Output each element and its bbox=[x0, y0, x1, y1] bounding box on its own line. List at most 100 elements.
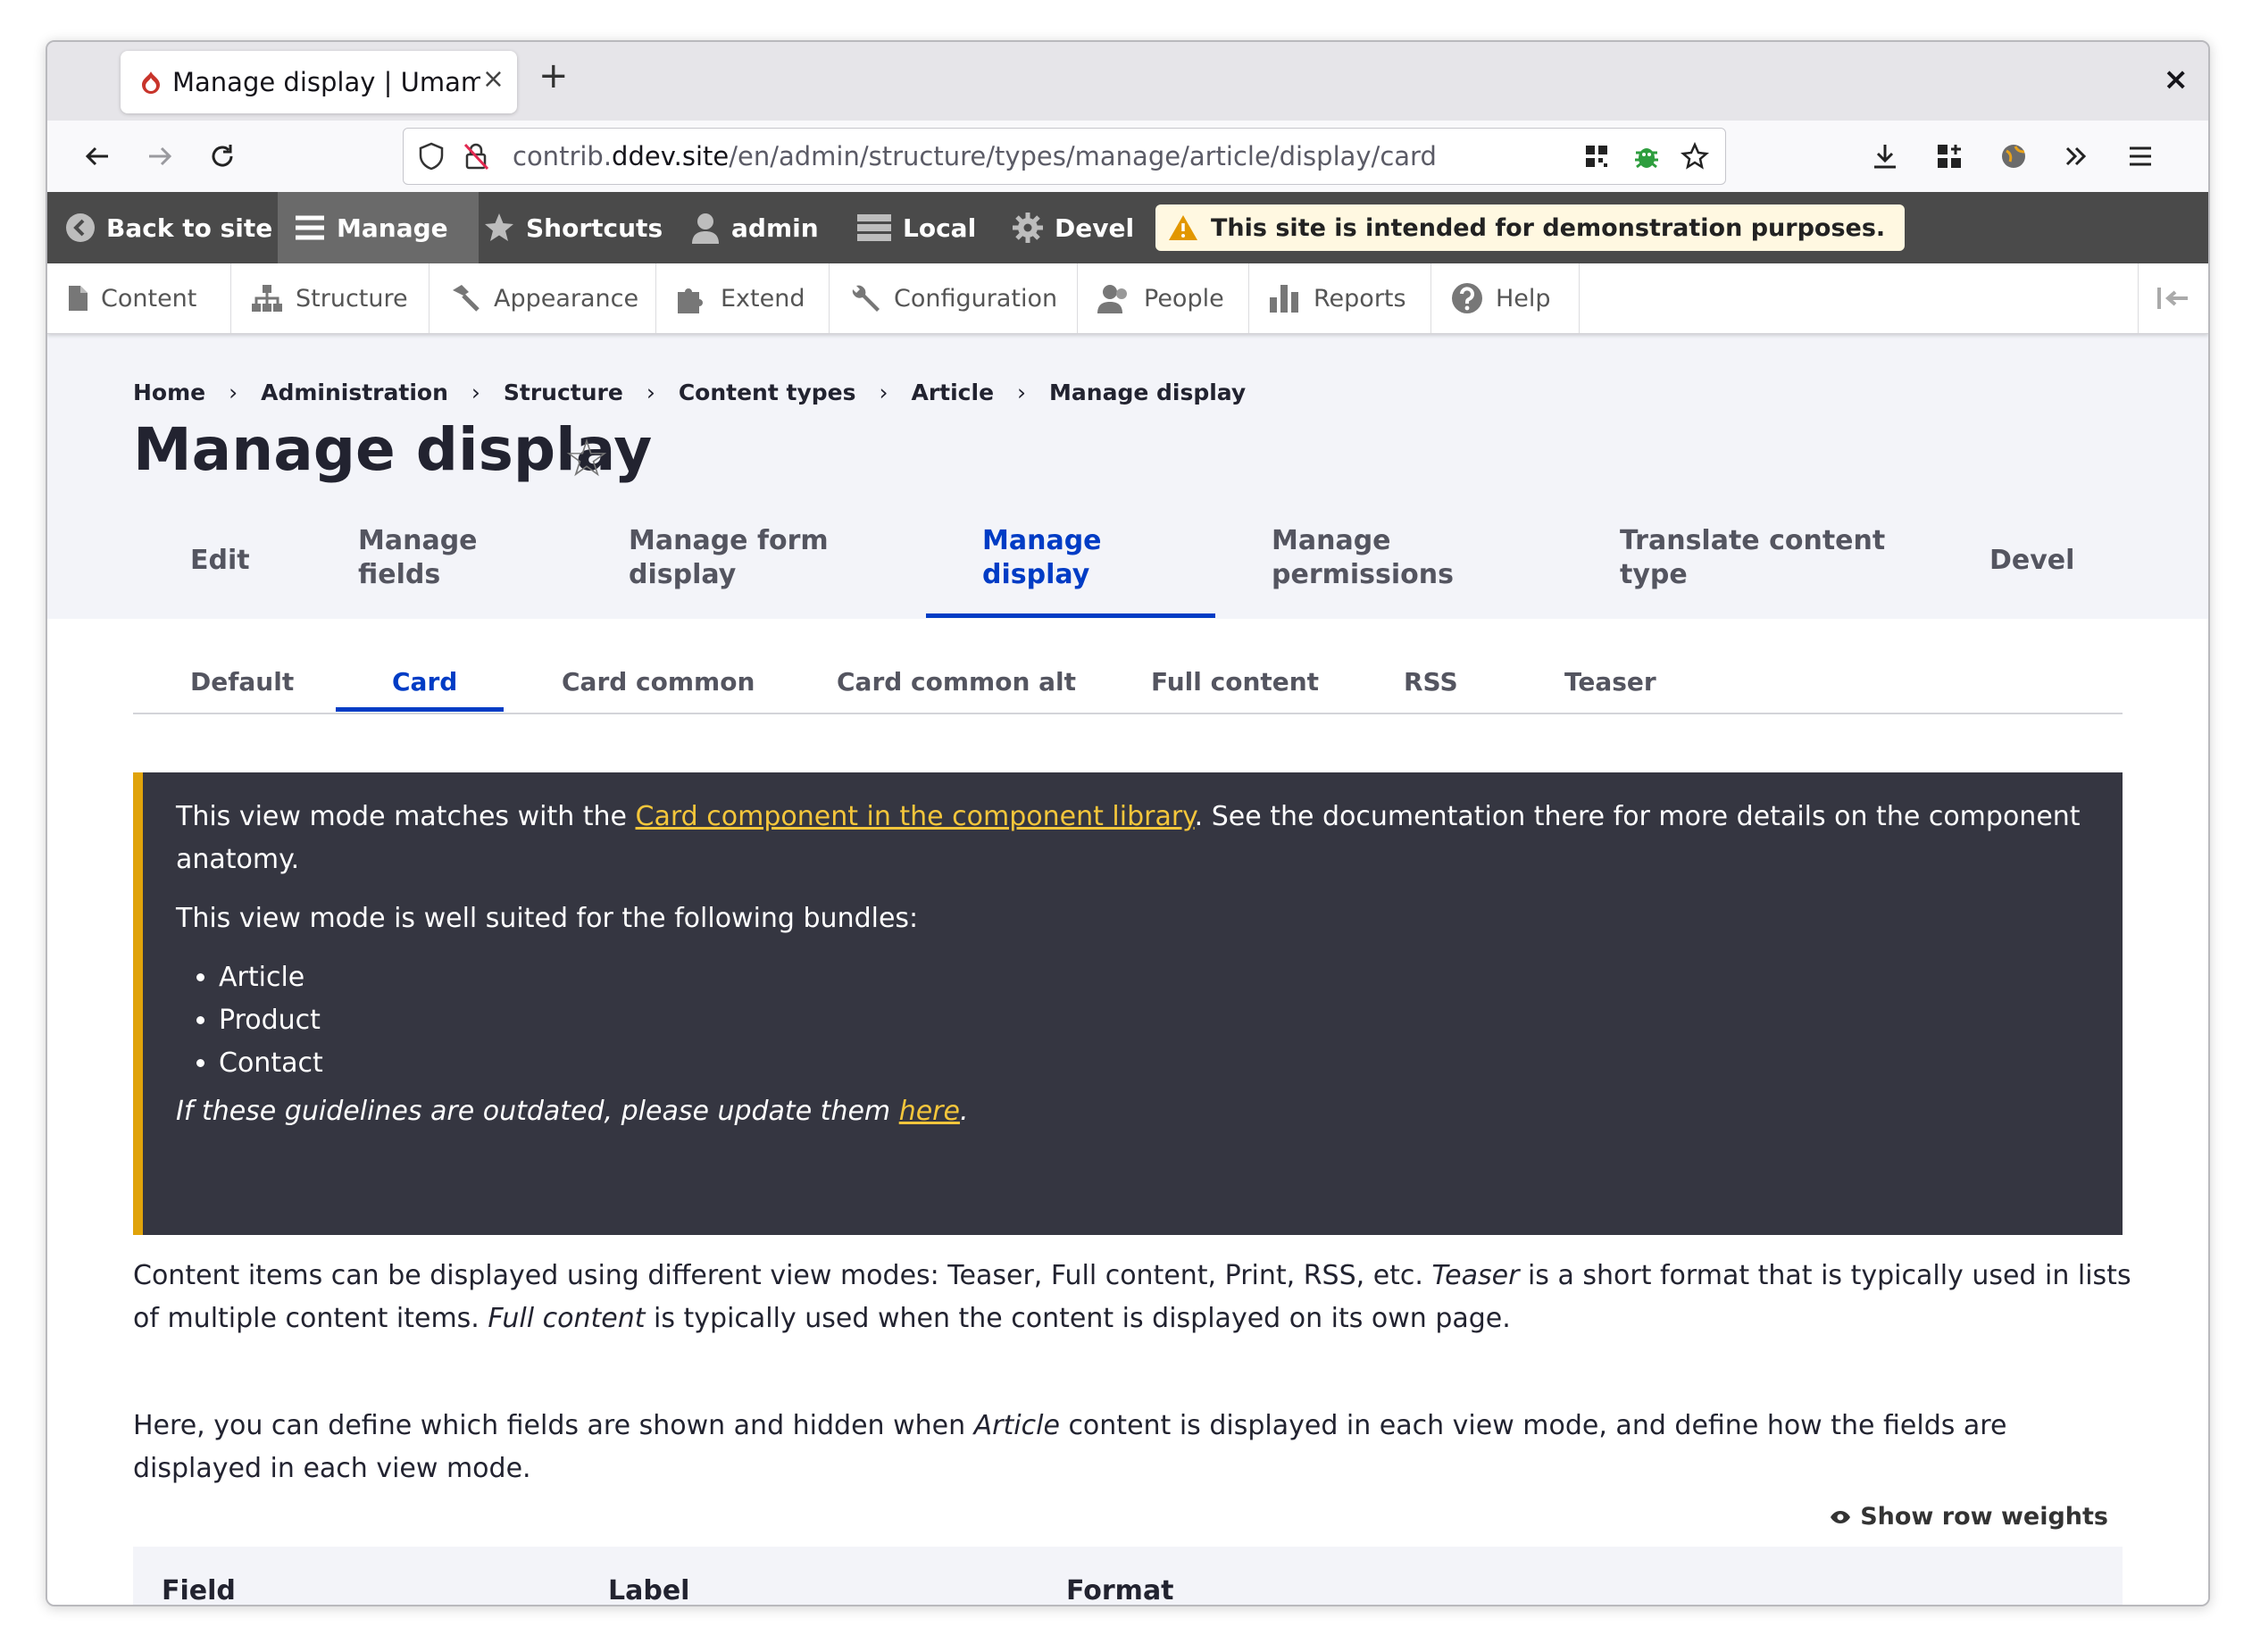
breadcrumb-administration[interactable]: Administration bbox=[261, 380, 448, 405]
tab-label-line2: fields bbox=[358, 559, 441, 590]
column-header-label: Label bbox=[608, 1575, 690, 1606]
list-item: Product bbox=[219, 999, 2087, 1042]
tab-label-line2: display bbox=[982, 559, 1090, 590]
url-bar[interactable]: contrib.ddev.site/en/admin/structure/typ… bbox=[403, 128, 1726, 185]
paintbrush-icon bbox=[449, 283, 481, 313]
toolbar-local[interactable]: Local bbox=[856, 192, 976, 263]
tab-label-line2: display bbox=[629, 559, 737, 590]
breadcrumb-manage-display[interactable]: Manage display bbox=[1049, 380, 1246, 405]
subtab-card[interactable]: Card bbox=[392, 667, 457, 697]
tray-item-appearance[interactable]: Appearance bbox=[430, 263, 656, 333]
tray-label-reports: Reports bbox=[1314, 284, 1406, 313]
devel-label: Devel bbox=[1055, 213, 1135, 243]
manage-label: Manage bbox=[337, 213, 448, 243]
subtab-teaser[interactable]: Teaser bbox=[1564, 667, 1656, 697]
url-prefix: contrib. bbox=[513, 141, 613, 171]
toolbar-user[interactable]: admin bbox=[690, 192, 819, 263]
breadcrumb-separator: › bbox=[879, 380, 888, 405]
tray-label-configuration: Configuration bbox=[894, 284, 1058, 313]
subtab-card-common-alt[interactable]: Card common alt bbox=[837, 667, 1076, 697]
breadcrumb-content-types[interactable]: Content types bbox=[679, 380, 856, 405]
guidelines-intro: This view mode matches with the Card com… bbox=[176, 796, 2087, 881]
forward-arrow-icon[interactable] bbox=[137, 133, 183, 179]
breadcrumb-home[interactable]: Home bbox=[133, 380, 205, 405]
download-icon[interactable] bbox=[1862, 133, 1908, 179]
subtab-rss[interactable]: RSS bbox=[1404, 667, 1458, 697]
subtab-full-content[interactable]: Full content bbox=[1151, 667, 1319, 697]
fields-description: Here, you can define which fields are sh… bbox=[133, 1405, 2133, 1490]
tab-label-line2: type bbox=[1620, 559, 1688, 590]
tab-manage-form-display[interactable]: Manage form display bbox=[629, 524, 829, 592]
tab-close-icon[interactable]: × bbox=[482, 63, 505, 95]
new-tab-icon[interactable]: + bbox=[538, 58, 569, 94]
tray-item-content[interactable]: Content bbox=[47, 263, 231, 333]
show-row-weights-button[interactable]: Show row weights bbox=[1830, 1503, 2108, 1531]
tab-devel-label: Devel bbox=[1989, 545, 2075, 576]
tab-manage-permissions[interactable]: Manage permissions bbox=[1272, 524, 1454, 592]
bug-extension-icon[interactable] bbox=[1632, 142, 1661, 171]
browser-navbar: contrib.ddev.site/en/admin/structure/typ… bbox=[47, 121, 2208, 193]
view-modes-description: Content items can be displayed using dif… bbox=[133, 1255, 2133, 1340]
profile-globe-icon[interactable] bbox=[1990, 133, 2037, 179]
tab-label-line1: Manage bbox=[982, 525, 1102, 556]
collapse-tray-icon[interactable] bbox=[2138, 263, 2208, 333]
column-header-format: Format bbox=[1066, 1575, 1174, 1606]
tab-edit[interactable]: Edit bbox=[190, 544, 250, 578]
breadcrumb-separator: › bbox=[1017, 380, 1027, 405]
tray-label-structure: Structure bbox=[296, 284, 408, 313]
back-to-site-link[interactable]: Back to site bbox=[65, 192, 287, 263]
shield-icon[interactable] bbox=[418, 142, 445, 171]
tray-label-help: Help bbox=[1496, 284, 1551, 313]
admin-tray: Content Structure Appearance Extend Conf… bbox=[47, 263, 2208, 334]
view-mode-guidelines: This view mode matches with the Card com… bbox=[133, 772, 2123, 1235]
desc-em-teaser: Teaser bbox=[1431, 1260, 1520, 1291]
back-arrow-icon[interactable] bbox=[74, 133, 121, 179]
breadcrumb-article[interactable]: Article bbox=[911, 380, 994, 405]
bundles-intro: This view mode is well suited for the fo… bbox=[176, 903, 919, 934]
insecure-lock-icon[interactable] bbox=[463, 142, 489, 171]
subtab-card-common[interactable]: Card common bbox=[562, 667, 755, 697]
shortcut-star-icon[interactable]: ☆ bbox=[563, 428, 610, 488]
tab-title: Manage display | Umami F bbox=[172, 67, 480, 97]
desc-text: Content items can be displayed using dif… bbox=[133, 1260, 1432, 1291]
tab-label-line1: Manage form bbox=[629, 525, 829, 556]
tray-item-structure[interactable]: Structure bbox=[231, 263, 430, 333]
update-here-link[interactable]: here bbox=[899, 1096, 960, 1127]
bookmark-star-icon[interactable] bbox=[1681, 142, 1709, 171]
tab-manage-fields[interactable]: Manage fields bbox=[358, 524, 478, 592]
wrench-icon bbox=[849, 282, 881, 314]
tray-item-help[interactable]: Help bbox=[1431, 263, 1580, 333]
tray-item-people[interactable]: People bbox=[1078, 263, 1249, 333]
component-library-link[interactable]: Card component in the component library bbox=[636, 801, 1195, 832]
breadcrumb-structure[interactable]: Structure bbox=[504, 380, 623, 405]
shortcuts-label: Shortcuts bbox=[526, 213, 663, 243]
toolbar-shortcuts[interactable]: Shortcuts bbox=[483, 192, 663, 263]
document-icon bbox=[67, 285, 88, 312]
menu-icon bbox=[294, 213, 326, 242]
tab-devel[interactable]: Devel bbox=[1989, 544, 2074, 578]
subtabs-divider bbox=[133, 713, 2123, 714]
tray-item-configuration[interactable]: Configuration bbox=[830, 263, 1078, 333]
show-row-weights-label: Show row weights bbox=[1860, 1503, 2108, 1531]
window-close-icon[interactable]: × bbox=[2164, 62, 2189, 97]
hamburger-menu-icon[interactable] bbox=[2117, 133, 2164, 179]
qr-code-icon[interactable] bbox=[1584, 144, 1609, 169]
back-circle-icon bbox=[65, 213, 96, 243]
subtab-default[interactable]: Default bbox=[190, 667, 294, 697]
breadcrumb: Home › Administration › Structure › Content ty… bbox=[133, 380, 1246, 405]
overflow-chevron-icon[interactable] bbox=[2053, 133, 2099, 179]
help-icon bbox=[1451, 282, 1483, 314]
tab-manage-display[interactable]: Manage display bbox=[982, 524, 1102, 592]
tray-item-extend[interactable]: Extend bbox=[656, 263, 830, 333]
column-header-field: Field bbox=[162, 1575, 236, 1606]
browser-tab[interactable]: Manage display | Umami F × bbox=[121, 51, 517, 113]
reload-icon[interactable] bbox=[199, 133, 246, 179]
toolbar-manage[interactable]: Manage bbox=[278, 192, 479, 263]
extensions-icon[interactable] bbox=[1926, 133, 1973, 179]
user-label: admin bbox=[731, 213, 819, 243]
toolbar-devel[interactable]: Devel bbox=[1012, 192, 1134, 263]
tab-translate-content-type[interactable]: Translate content type bbox=[1620, 524, 1885, 592]
tray-item-reports[interactable]: Reports bbox=[1249, 263, 1431, 333]
list-item: Contact bbox=[219, 1042, 2087, 1085]
active-subtab-indicator bbox=[336, 707, 504, 712]
